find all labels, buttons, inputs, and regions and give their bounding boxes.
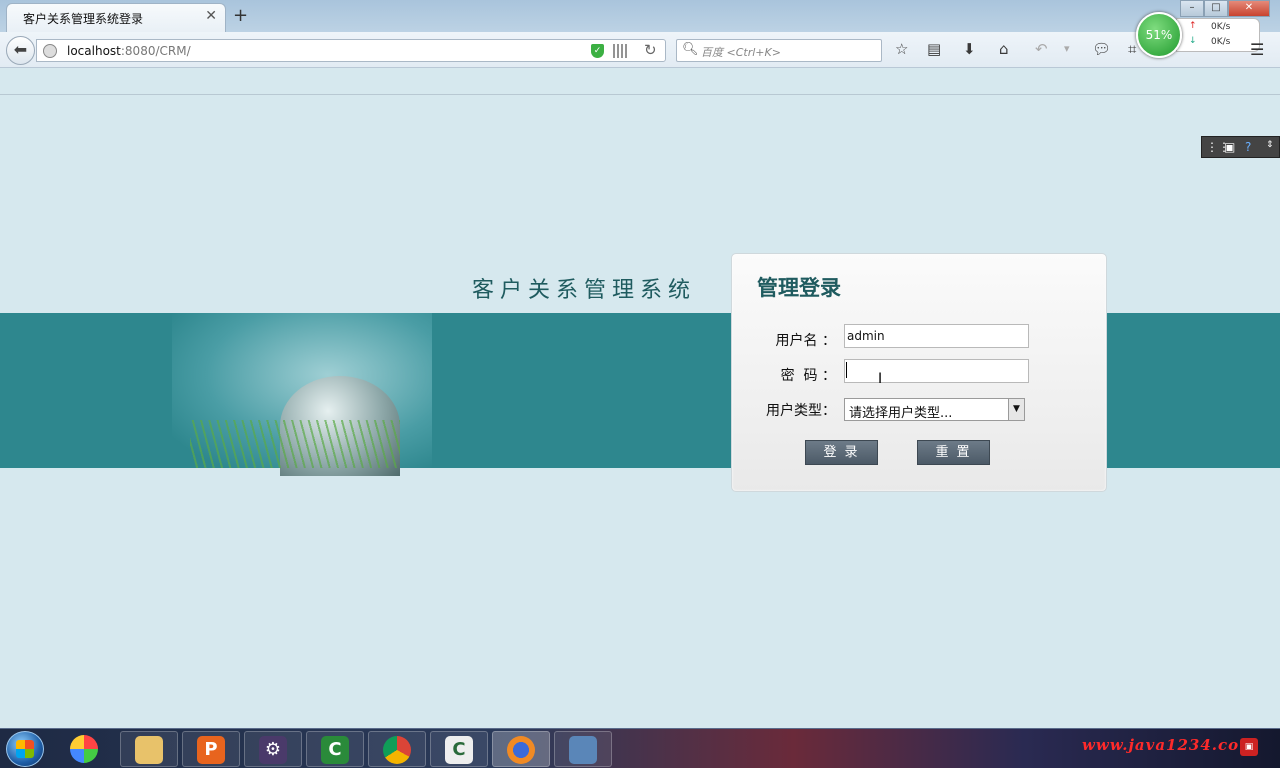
text-cursor	[846, 362, 847, 378]
system-title: 客户关系管理系统	[472, 278, 697, 303]
dolphin-icon	[569, 736, 597, 764]
url-host: localhost	[67, 44, 121, 58]
url-path: :8080/CRM/	[120, 44, 191, 58]
reload-icon[interactable]: ↻	[644, 41, 657, 59]
cpu-usage-circle: 51%	[1136, 12, 1182, 58]
search-icon: 🔍︎	[682, 42, 699, 57]
chrome-icon	[383, 736, 411, 764]
back-button[interactable]: ⬅	[6, 36, 35, 65]
taskbar-mysql[interactable]	[554, 731, 612, 767]
site-info-icon[interactable]	[43, 44, 57, 58]
taskbar-explorer[interactable]	[120, 731, 178, 767]
chevron-down-icon[interactable]: ▼	[1008, 399, 1024, 420]
gear-icon: ⚙	[259, 736, 287, 764]
login-button[interactable]: 登录	[805, 440, 878, 465]
menu-icon[interactable]: ☰	[1250, 40, 1264, 59]
undo-icon[interactable]: ↶	[1035, 40, 1048, 58]
close-tab-icon[interactable]: ✕	[205, 8, 217, 24]
network-speed-widget[interactable]: ↑ 0K/s ↓ 0K/s + 51%	[1136, 12, 1264, 58]
shield-icon[interactable]: ✓	[591, 44, 604, 58]
username-label: 用户名 ：	[775, 333, 836, 349]
reading-list-icon[interactable]: ▤	[927, 40, 941, 58]
dropdown-icon[interactable]: ▾	[1064, 42, 1070, 55]
start-button[interactable]	[6, 731, 44, 767]
taskbar-eclipse[interactable]: ⚙	[244, 731, 302, 767]
usertype-selected: 请选择用户类型...	[849, 406, 953, 421]
home-icon[interactable]: ⌂	[999, 40, 1009, 58]
taskbar-chrome[interactable]	[368, 731, 426, 767]
search-input[interactable]: 🔍︎ 百度 <Ctrl+K>	[676, 39, 882, 62]
search-placeholder: 百度 <Ctrl+K>	[701, 46, 781, 59]
taskbar-firefox[interactable]	[492, 731, 550, 767]
ibeam-cursor-icon: I	[878, 371, 883, 387]
tab-bar: 客户关系管理系统登录 ✕ + – □ ✕	[0, 0, 1280, 32]
camtasia-icon: C	[321, 736, 349, 764]
speed-box: ↑ 0K/s ↓ 0K/s +	[1176, 18, 1260, 52]
upload-arrow-icon: ↑	[1189, 21, 1197, 31]
address-bar[interactable]: localhost:8080/CRM/ ✓ ↻	[36, 39, 666, 62]
color-app-icon	[70, 735, 98, 763]
password-label: 密 码 ：	[780, 368, 836, 384]
upload-speed: 0K/s	[1211, 22, 1231, 32]
taskbar-camtasia-2[interactable]: C	[430, 731, 488, 767]
download-speed: 0K/s	[1211, 37, 1231, 47]
help-icon[interactable]: ?	[1245, 140, 1251, 154]
bookmark-star-icon[interactable]: ☆	[895, 40, 908, 58]
usertype-select[interactable]: 请选择用户类型... ▼	[844, 398, 1025, 421]
windows-logo-icon	[16, 740, 34, 758]
nav-toolbar: ⬅ localhost:8080/CRM/ ✓ ↻ 🔍︎ 百度 <Ctrl+K>	[0, 32, 1280, 68]
username-input[interactable]	[844, 324, 1029, 348]
reset-button[interactable]: 重置	[917, 440, 990, 465]
new-tab-button[interactable]: +	[233, 5, 248, 26]
floating-toolbar: ⋮⋮ ▣ ? ⇕	[1201, 136, 1280, 158]
taskbar-camtasia-1[interactable]: C	[306, 731, 364, 767]
chat-bubble-icon[interactable]: 💬︎	[1092, 40, 1111, 58]
usertype-label: 用户类型：	[766, 403, 836, 419]
taskbar-app-colors[interactable]	[56, 731, 114, 767]
presentation-app-icon: P	[197, 736, 225, 764]
window-icon[interactable]: ▣	[1224, 140, 1235, 154]
watermark-text: www.java1234.com	[1082, 736, 1257, 754]
tab-title: 客户关系管理系统登录	[23, 12, 144, 26]
download-arrow-icon: ↓	[1189, 36, 1197, 46]
download-icon[interactable]: ⬇	[963, 40, 976, 58]
tray-icon[interactable]: ▣	[1240, 738, 1258, 756]
login-title: 管理登录	[757, 275, 841, 300]
url-text[interactable]: localhost:8080/CRM/	[67, 44, 191, 58]
qr-code-icon[interactable]	[613, 44, 627, 58]
grass-image	[190, 420, 400, 468]
folder-icon	[135, 736, 163, 764]
taskbar-presentation[interactable]: P	[182, 731, 240, 767]
scroll-arrows-icon[interactable]: ⇕	[1266, 140, 1274, 150]
back-arrow-icon: ⬅	[13, 40, 28, 59]
login-panel: 管理登录 用户名 ： 密 码 ： I 用户类型： 请选择用户类型... ▼ 登录…	[731, 253, 1107, 492]
password-input[interactable]	[844, 359, 1029, 383]
divider	[0, 94, 1280, 95]
browser-tab[interactable]: 客户关系管理系统登录 ✕	[6, 3, 226, 32]
firefox-icon	[507, 736, 535, 764]
camtasia-icon-2: C	[445, 736, 473, 764]
